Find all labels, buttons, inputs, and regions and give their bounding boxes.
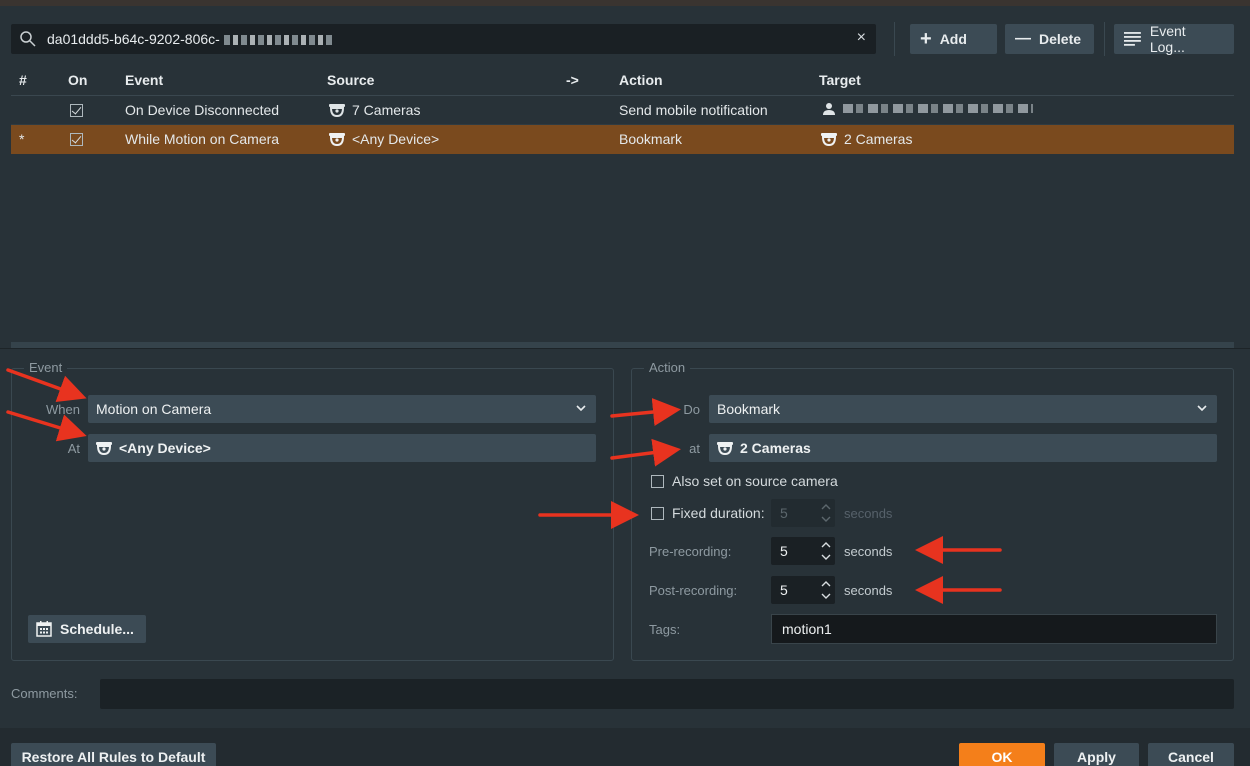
fixed-duration-value: 5 (780, 505, 788, 521)
column-header-event[interactable]: Event (125, 72, 163, 88)
row-event: While Motion on Camera (125, 131, 280, 147)
user-icon (823, 103, 835, 115)
pre-recording-value: 5 (780, 543, 788, 559)
fixed-duration-stepper[interactable]: 5 (771, 499, 835, 527)
row-number: * (19, 131, 25, 147)
redacted-text (843, 104, 1033, 113)
camera-icon (96, 442, 112, 455)
do-action-dropdown[interactable]: Bookmark (709, 395, 1217, 423)
delete-button-label: Delete (1039, 31, 1082, 47)
camera-icon (821, 133, 837, 146)
camera-icon (329, 104, 345, 117)
redacted-text (223, 35, 334, 46)
do-label: Do (683, 402, 700, 417)
calendar-icon (36, 621, 52, 637)
toolbar-separator (894, 22, 895, 56)
stepper-arrows-icon[interactable] (820, 539, 832, 563)
event-group-title: Event (24, 360, 68, 375)
search-icon (20, 31, 36, 47)
tags-value: motion1 (782, 621, 832, 637)
table-row[interactable]: * While Motion on Camera <Any Device> Bo… (11, 125, 1234, 154)
row-event: On Device Disconnected (125, 102, 280, 118)
action-at-label: at (689, 441, 700, 456)
action-group-title: Action (644, 360, 691, 375)
row-action: Send mobile notification (619, 102, 768, 118)
fixed-duration-unit: seconds (844, 506, 893, 521)
also-set-on-source-checkbox[interactable]: Also set on source camera (651, 473, 838, 489)
event-log-label: Event Log... (1149, 23, 1186, 55)
splitter[interactable] (0, 348, 1250, 349)
column-header-arrow[interactable]: -> (566, 72, 579, 88)
pre-recording-stepper[interactable]: 5 (771, 537, 835, 565)
toolbar-separator (1104, 22, 1105, 56)
column-header-number[interactable]: # (19, 72, 27, 88)
cancel-button[interactable]: Cancel (1148, 743, 1234, 766)
fixed-duration-label: Fixed duration: (672, 505, 765, 521)
row-source-label: 7 Cameras (352, 102, 421, 118)
clear-search-icon[interactable]: × (857, 29, 866, 47)
column-header-on[interactable]: On (68, 72, 87, 88)
chevron-down-icon (1197, 405, 1207, 412)
tags-input[interactable]: motion1 (771, 614, 1217, 644)
minus-icon: — (1015, 30, 1031, 47)
add-button-label: Add (939, 31, 967, 47)
row-source-label: <Any Device> (352, 131, 440, 147)
post-recording-value: 5 (780, 582, 788, 598)
list-icon (1124, 32, 1141, 46)
window-top-edge (0, 0, 1250, 6)
when-dropdown[interactable]: Motion on Camera (88, 395, 596, 423)
search-value: da01ddd5-b64c-9202-806c- (47, 31, 334, 47)
also-set-label: Also set on source camera (672, 473, 838, 489)
row-target: 2 Cameras (821, 131, 912, 147)
comments-label: Comments: (11, 686, 78, 701)
plus-icon: + (920, 28, 932, 50)
row-target-label: 2 Cameras (844, 131, 913, 147)
at-label: At (67, 441, 80, 456)
checkbox[interactable] (651, 474, 664, 488)
event-at-device-selector[interactable]: <Any Device> (88, 434, 596, 462)
restore-defaults-button[interactable]: Restore All Rules to Default (11, 743, 216, 766)
column-header-source[interactable]: Source (327, 72, 374, 88)
column-header-target[interactable]: Target (819, 72, 861, 88)
when-label: When (46, 402, 80, 417)
column-header-action[interactable]: Action (619, 72, 663, 88)
row-enabled-checkbox[interactable] (70, 104, 83, 117)
action-at-camera-selector[interactable]: 2 Cameras (709, 434, 1217, 462)
chevron-down-icon (576, 405, 586, 412)
schedule-button-label: Schedule... (60, 621, 134, 637)
camera-icon (717, 442, 733, 455)
post-recording-unit: seconds (844, 583, 893, 598)
table-row[interactable]: On Device Disconnected 7 Cameras Send mo… (11, 96, 1234, 125)
when-value: Motion on Camera (96, 401, 212, 417)
apply-button[interactable]: Apply (1054, 743, 1139, 766)
do-value: Bookmark (717, 401, 781, 417)
camera-icon (329, 133, 345, 146)
rules-table-header: # On Event Source -> Action Target (11, 66, 1234, 96)
checkbox[interactable] (651, 506, 664, 520)
comments-input[interactable] (100, 679, 1234, 709)
action-at-value: 2 Cameras (740, 440, 811, 456)
schedule-button[interactable]: Schedule... (28, 615, 146, 643)
pre-recording-label: Pre-recording: (649, 544, 732, 559)
event-at-value: <Any Device> (119, 440, 211, 456)
fixed-duration-checkbox[interactable]: Fixed duration: (651, 505, 765, 521)
stepper-arrows-icon[interactable] (820, 578, 832, 602)
search-input[interactable]: da01ddd5-b64c-9202-806c- × (11, 24, 876, 54)
tags-label: Tags: (649, 622, 681, 637)
post-recording-stepper[interactable]: 5 (771, 576, 835, 604)
stepper-arrows-icon[interactable] (820, 501, 832, 525)
ok-button[interactable]: OK (959, 743, 1045, 766)
pre-recording-unit: seconds (844, 544, 893, 559)
add-button[interactable]: + Add (910, 24, 997, 54)
event-log-button[interactable]: Event Log... (1114, 23, 1234, 55)
row-source: <Any Device> (329, 131, 439, 147)
post-recording-label: Post-recording: (649, 583, 738, 598)
delete-button[interactable]: — Delete (1005, 24, 1094, 54)
row-action: Bookmark (619, 131, 683, 147)
row-enabled-checkbox[interactable] (70, 133, 83, 146)
row-source: 7 Cameras (329, 102, 420, 118)
row-target (823, 102, 1033, 115)
